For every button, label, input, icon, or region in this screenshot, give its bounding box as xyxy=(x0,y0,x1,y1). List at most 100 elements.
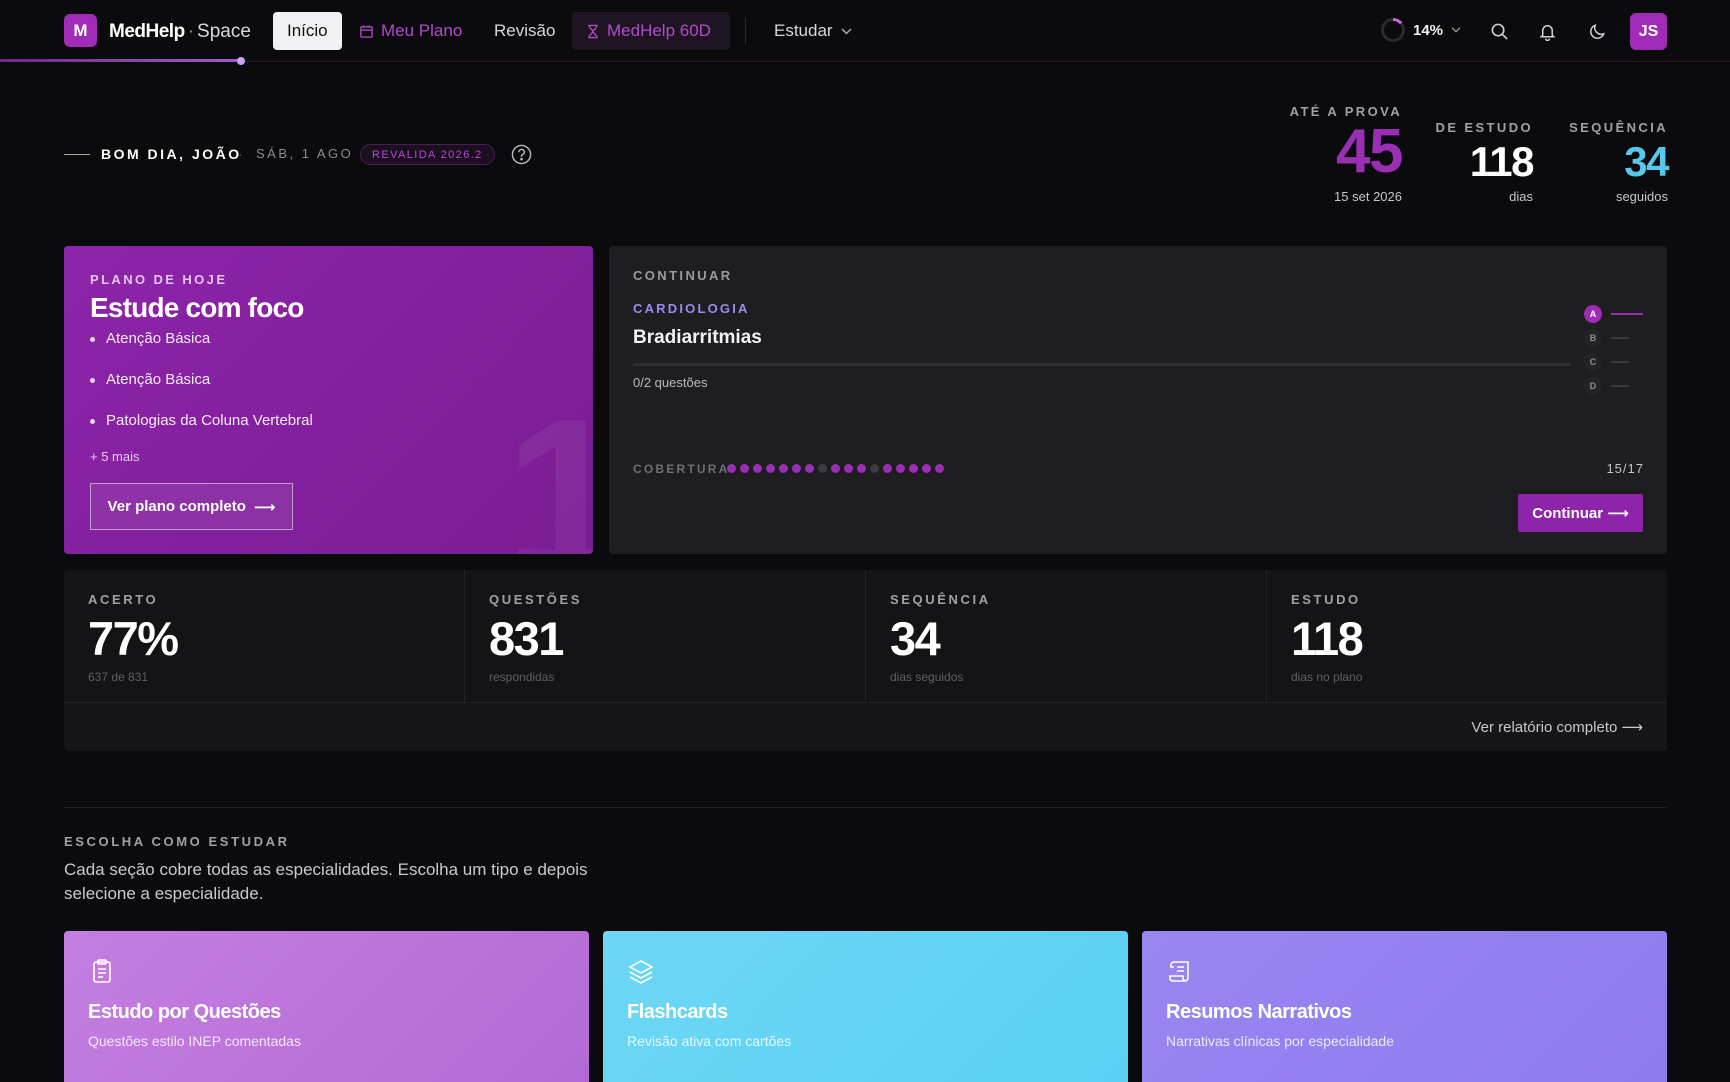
nav-revisao[interactable]: Revisão xyxy=(480,12,569,50)
coverage-dot xyxy=(896,464,905,473)
nav-estudar-dropdown[interactable]: Estudar xyxy=(760,12,866,50)
mode-title: Resumos Narrativos xyxy=(1166,1001,1352,1023)
help-icon[interactable] xyxy=(511,144,532,165)
bell-icon xyxy=(1538,24,1556,41)
coverage-dot xyxy=(753,464,762,473)
continue-button[interactable]: Continuar ⟶ xyxy=(1518,494,1643,532)
stats-footer: Ver relatório completo ⟶ xyxy=(64,702,1667,751)
option-d: D xyxy=(1584,374,1643,398)
option-line xyxy=(1611,385,1629,387)
continue-card: CONTINUAR CARDIOLOGIA Bradiarritmias 0/2… xyxy=(609,246,1667,554)
nav-revisao-label: Revisão xyxy=(494,21,556,40)
scroll-icon xyxy=(1169,961,1189,982)
stat-sub: dias no plano xyxy=(1291,670,1363,684)
plan-watermark-number: 1 xyxy=(504,373,593,554)
stat-sub: dias seguidos xyxy=(890,670,964,684)
option-b: B xyxy=(1584,326,1643,350)
option-c: C xyxy=(1584,350,1643,374)
plan-more-count: + 5 mais xyxy=(90,449,140,464)
answer-options-preview: A B C D xyxy=(1584,302,1643,398)
coverage-dot xyxy=(831,464,840,473)
continue-progress-bar xyxy=(633,363,1571,366)
kpi-sub: dias xyxy=(1509,189,1533,204)
layers-icon xyxy=(628,960,654,984)
greeting-separator: · xyxy=(238,146,243,162)
coverage-dot xyxy=(779,464,788,473)
mode-card-questions[interactable]: Estudo por Questões Questões estilo INEP… xyxy=(64,931,589,1082)
continue-question-count: 0/2 questões xyxy=(633,375,708,390)
option-line xyxy=(1611,337,1629,339)
kpi-sub: 15 set 2026 xyxy=(1334,189,1402,204)
coverage-dot xyxy=(909,464,918,473)
chevron-down-icon xyxy=(841,27,852,35)
kpi-label: DE ESTUDO xyxy=(1435,120,1533,135)
brand-logo[interactable]: M xyxy=(64,14,97,47)
section-divider xyxy=(64,807,1667,808)
coverage-dot xyxy=(870,464,879,473)
option-letter: B xyxy=(1584,329,1602,347)
stat-label: QUESTÕES xyxy=(489,592,583,607)
plan-title: Estude com foco xyxy=(90,292,304,323)
plan-topic-item: Patologias da Coluna Vertebral xyxy=(90,412,313,453)
clipboard-icon xyxy=(93,959,111,983)
stat-sub: respondidas xyxy=(489,670,555,684)
kpi-value: 45 xyxy=(1336,117,1403,186)
kpi-streak: SEQUÊNCIA 34 seguidos xyxy=(1569,120,1669,204)
mode-card-flashcards[interactable]: Flashcards Revisão ativa com cartões xyxy=(603,931,1128,1082)
stat-accuracy: ACERTO 77% 637 de 831 xyxy=(64,570,465,702)
chevron-down-icon xyxy=(1451,27,1461,33)
page-progress-marker xyxy=(237,57,245,65)
option-line xyxy=(1611,313,1643,315)
stat-value: 77% xyxy=(88,612,179,665)
user-avatar[interactable]: JS xyxy=(1630,13,1667,50)
progress-ring-icon xyxy=(1381,18,1405,42)
brand-main: MedHelp xyxy=(109,21,185,42)
mode-card-narratives[interactable]: Resumos Narrativos Narrativas clínicas p… xyxy=(1142,931,1667,1082)
stat-questions: QUESTÕES 831 respondidas xyxy=(465,570,866,702)
coverage-count: 15/17 xyxy=(1606,461,1644,476)
coverage-dot xyxy=(857,464,866,473)
kpi-days-to-exam: ATÉ A PROVA 45 15 set 2026 xyxy=(1290,104,1404,204)
greeting-date: SÁB, 1 AGO xyxy=(256,146,354,161)
kpi-study-days: DE ESTUDO 118 dias xyxy=(1435,120,1535,204)
moon-icon xyxy=(1589,23,1605,39)
stat-label: SEQUÊNCIA xyxy=(890,592,991,607)
coverage-dot xyxy=(922,464,931,473)
continue-label: CONTINUAR xyxy=(633,268,733,283)
view-full-plan-button[interactable]: Ver plano completo ⟶ xyxy=(90,483,293,530)
kpi-sub: seguidos xyxy=(1615,189,1668,204)
plan-topic-item: Atenção Básica xyxy=(90,371,313,412)
continue-topic-title: Bradiarritmias xyxy=(633,327,762,348)
nav-divider xyxy=(745,18,746,44)
mode-title: Flashcards xyxy=(627,1001,728,1023)
nav-meu-plano-label: Meu Plano xyxy=(381,21,463,40)
kpi-value: 34 xyxy=(1624,138,1669,185)
search-icon xyxy=(1491,23,1508,40)
nav-inicio[interactable]: Início xyxy=(273,12,342,50)
greeting-text: BOM DIA, JOÃO xyxy=(101,146,242,162)
nav-medhelp-60d[interactable]: MedHelp 60D xyxy=(572,12,730,50)
nav-inicio-label: Início xyxy=(287,21,328,40)
coverage-dot xyxy=(740,464,749,473)
theme-toggle-button[interactable] xyxy=(1584,18,1610,44)
continue-specialty: CARDIOLOGIA xyxy=(633,301,750,316)
mode-title: Estudo por Questões xyxy=(88,1001,281,1023)
search-button[interactable] xyxy=(1486,18,1512,44)
coverage-dot xyxy=(844,464,853,473)
top-navigation-bar: M MedHelp · Space Início Meu Plano Revisão… xyxy=(0,0,1730,65)
coverage-dot xyxy=(792,464,801,473)
option-letter: C xyxy=(1584,353,1602,371)
notifications-button[interactable] xyxy=(1534,18,1560,44)
mode-subtitle: Questões estilo INEP comentadas xyxy=(88,1033,301,1049)
stat-label: ACERTO xyxy=(88,592,159,607)
full-report-link[interactable]: Ver relatório completo ⟶ xyxy=(1471,718,1643,736)
stat-label: ESTUDO xyxy=(1291,592,1361,607)
overall-progress-dropdown[interactable]: 14% xyxy=(1381,18,1461,42)
view-full-plan-label: Ver plano completo xyxy=(107,498,246,515)
choose-section-label: ESCOLHA COMO ESTUDAR xyxy=(64,834,290,849)
nav-meu-plano[interactable]: Meu Plano xyxy=(345,12,476,50)
coverage-label: COBERTURA xyxy=(633,462,730,476)
kpi-value: 118 xyxy=(1469,138,1535,185)
calendar-icon xyxy=(360,24,373,38)
brand-name[interactable]: MedHelp · Space xyxy=(109,21,251,43)
